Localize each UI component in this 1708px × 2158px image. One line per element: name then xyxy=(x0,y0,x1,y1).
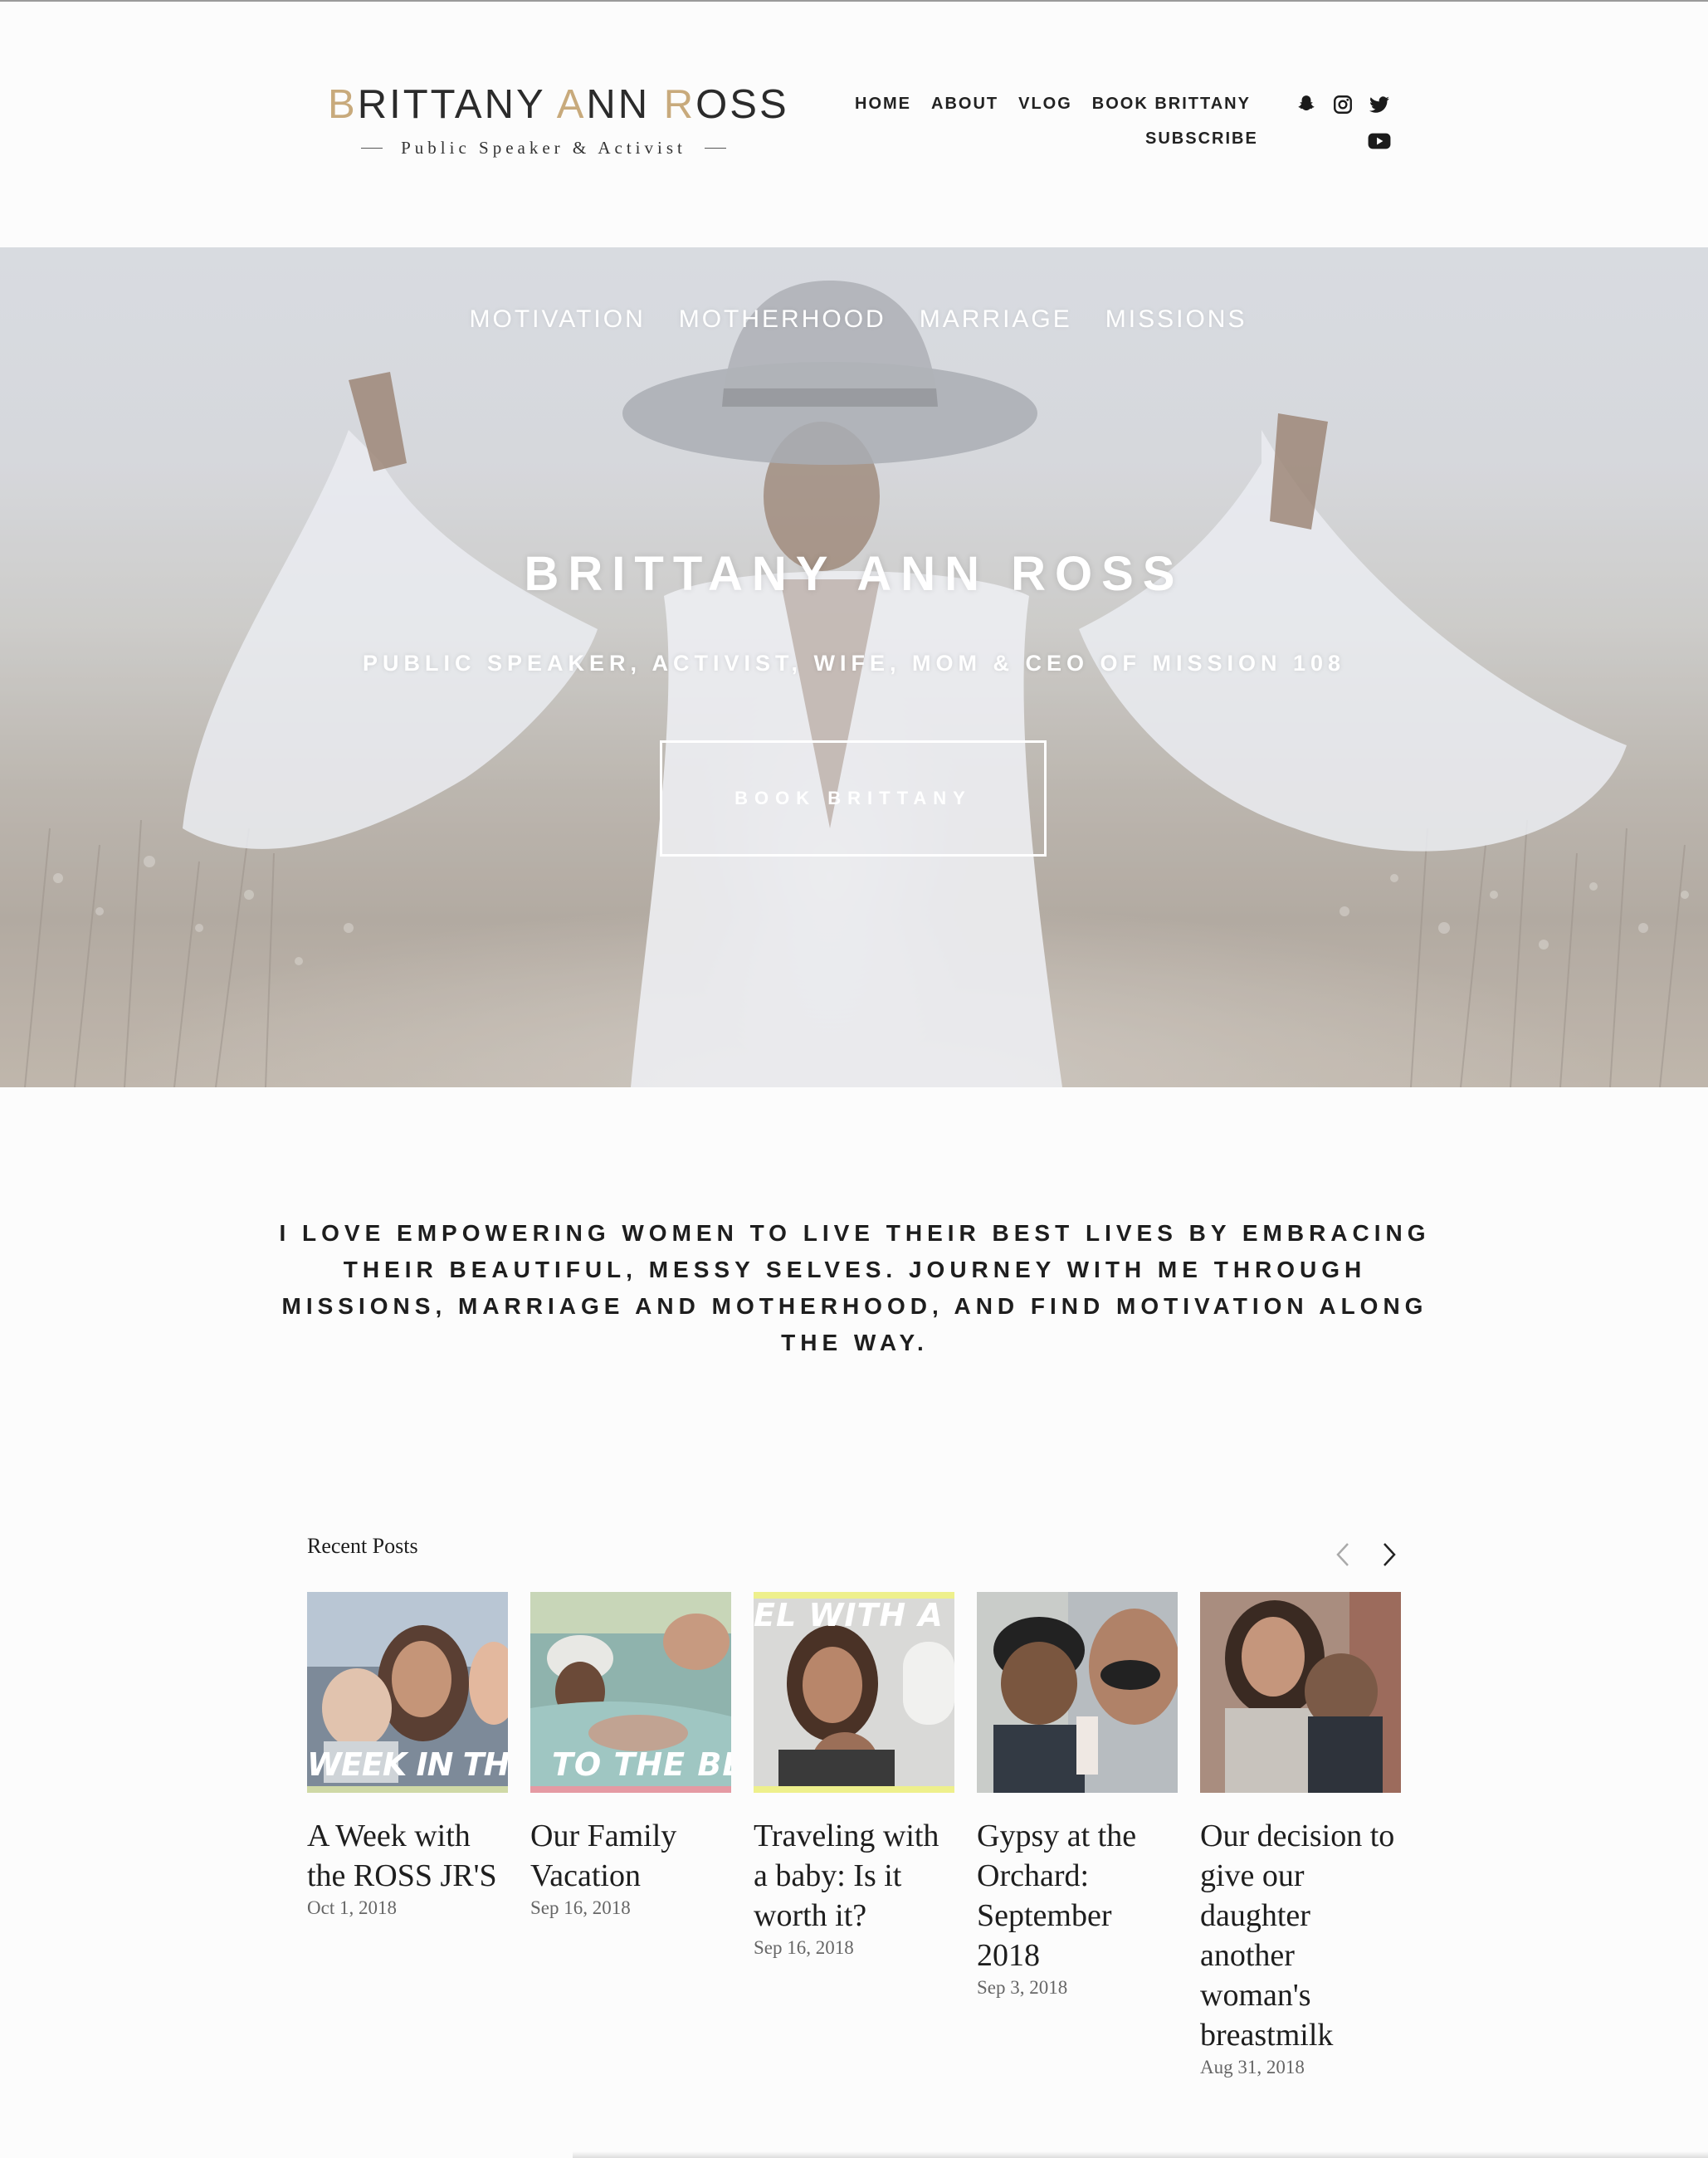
post-thumbnail[interactable]: WEEK IN THE xyxy=(307,1592,508,1793)
hero-title: BRITTANY ANN ROSS xyxy=(524,547,1184,601)
carousel-prev-button[interactable] xyxy=(1331,1540,1356,1569)
hero-subtitle: PUBLIC SPEAKER, ACTIVIST, WIFE, MOM & CE… xyxy=(362,651,1346,676)
logo-tagline-row: Public Speaker & Activist xyxy=(328,138,759,159)
chevron-left-icon xyxy=(1336,1543,1349,1566)
post-date: Oct 1, 2018 xyxy=(307,1897,397,1918)
category-nav: MOTIVATION MOTHERHOOD MARRIAGE MISSIONS xyxy=(0,305,1708,334)
page-bottom-shadow xyxy=(573,2151,1708,2158)
nav-about-link[interactable]: ABOUT xyxy=(931,95,998,114)
nav-book-brittany-link[interactable]: BOOK BRITTANY xyxy=(1092,95,1251,114)
logo-initial-a: A xyxy=(556,82,587,127)
post-thumbnail-image xyxy=(977,1592,1178,1793)
category-motivation-link[interactable]: MOTIVATION xyxy=(470,305,646,334)
intro-statement: I LOVE EMPOWERING WOMEN TO LIVE THEIR BE… xyxy=(279,1220,1431,1355)
post-date: Aug 31, 2018 xyxy=(1200,2057,1305,2077)
nav-home-link[interactable]: HOME xyxy=(855,95,911,114)
category-marriage-link[interactable]: MARRIAGE xyxy=(920,305,1072,334)
tagline-dash-right xyxy=(704,148,726,149)
post-card[interactable]: TO THE BE Our Family Vacation Sep 16, 20… xyxy=(530,1592,731,1919)
logo-part: NN xyxy=(586,82,664,127)
carousel-next-button[interactable] xyxy=(1376,1540,1401,1569)
logo-initial-b: B xyxy=(328,82,358,127)
twitter-icon[interactable] xyxy=(1368,93,1391,116)
thumbnail-caption: EL WITH A B xyxy=(754,1597,954,1633)
logo-tagline: Public Speaker & Activist xyxy=(401,138,686,158)
site-logo[interactable]: BRITTANY ANN ROSS Public Speaker & Activ… xyxy=(328,81,787,159)
category-missions-link[interactable]: MISSIONS xyxy=(1105,305,1247,334)
tagline-dash-left xyxy=(361,148,383,149)
post-thumbnail[interactable]: EL WITH A B xyxy=(754,1592,954,1793)
post-card[interactable]: EL WITH A B Traveling with a baby: Is it… xyxy=(754,1592,954,1959)
main-nav: HOME ABOUT VLOG BOOK BRITTANY SUBSCRIBE xyxy=(855,95,1257,148)
instagram-icon[interactable] xyxy=(1331,93,1354,116)
hero-banner: MOTIVATION MOTHERHOOD MARRIAGE MISSIONS … xyxy=(0,247,1708,1087)
chevron-right-icon xyxy=(1383,1543,1396,1566)
book-brittany-button[interactable]: BOOK BRITTANY xyxy=(660,740,1047,857)
nav-row: HOME ABOUT VLOG BOOK BRITTANY xyxy=(855,95,1253,114)
youtube-icon[interactable] xyxy=(1368,129,1391,153)
post-title[interactable]: Traveling with a baby: Is it worth it? xyxy=(754,1816,954,1936)
post-title[interactable]: Our Family Vacation xyxy=(530,1816,731,1896)
post-thumbnail[interactable]: TO THE BE xyxy=(530,1592,731,1793)
thumbnail-caption: WEEK IN THE xyxy=(307,1746,508,1783)
post-thumbnail[interactable] xyxy=(1200,1592,1401,1793)
post-title[interactable]: A Week with the ROSS JR'S xyxy=(307,1816,508,1896)
post-date: Sep 16, 2018 xyxy=(754,1937,854,1958)
snapchat-icon[interactable] xyxy=(1295,93,1318,116)
post-date: Sep 3, 2018 xyxy=(977,1977,1068,1998)
recent-posts-heading: Recent Posts xyxy=(307,1534,418,1558)
window-top-border xyxy=(0,0,1708,2)
post-title[interactable]: Gypsy at the Orchard: September 2018 xyxy=(977,1816,1178,1975)
logo-name: BRITTANY ANN ROSS xyxy=(328,81,787,128)
social-links xyxy=(1295,93,1396,159)
thumbnail-caption: TO THE BE xyxy=(552,1746,731,1783)
post-card[interactable]: Our decision to give our daughter anothe… xyxy=(1200,1592,1401,2078)
logo-initial-r: R xyxy=(663,82,696,127)
post-thumbnail[interactable] xyxy=(977,1592,1178,1793)
nav-subscribe-link[interactable]: SUBSCRIBE xyxy=(1145,129,1258,149)
post-title[interactable]: Our decision to give our daughter anothe… xyxy=(1200,1816,1401,2055)
logo-part: RITTANY xyxy=(357,82,557,127)
category-motherhood-link[interactable]: MOTHERHOOD xyxy=(679,305,886,334)
nav-vlog-link[interactable]: VLOG xyxy=(1018,95,1072,114)
post-card[interactable]: Gypsy at the Orchard: September 2018 Sep… xyxy=(977,1592,1178,1999)
post-card[interactable]: WEEK IN THE A Week with the ROSS JR'S Oc… xyxy=(307,1592,508,1919)
post-date: Sep 16, 2018 xyxy=(530,1897,631,1918)
logo-part: OSS xyxy=(695,82,789,127)
post-thumbnail-image xyxy=(1200,1592,1401,1793)
